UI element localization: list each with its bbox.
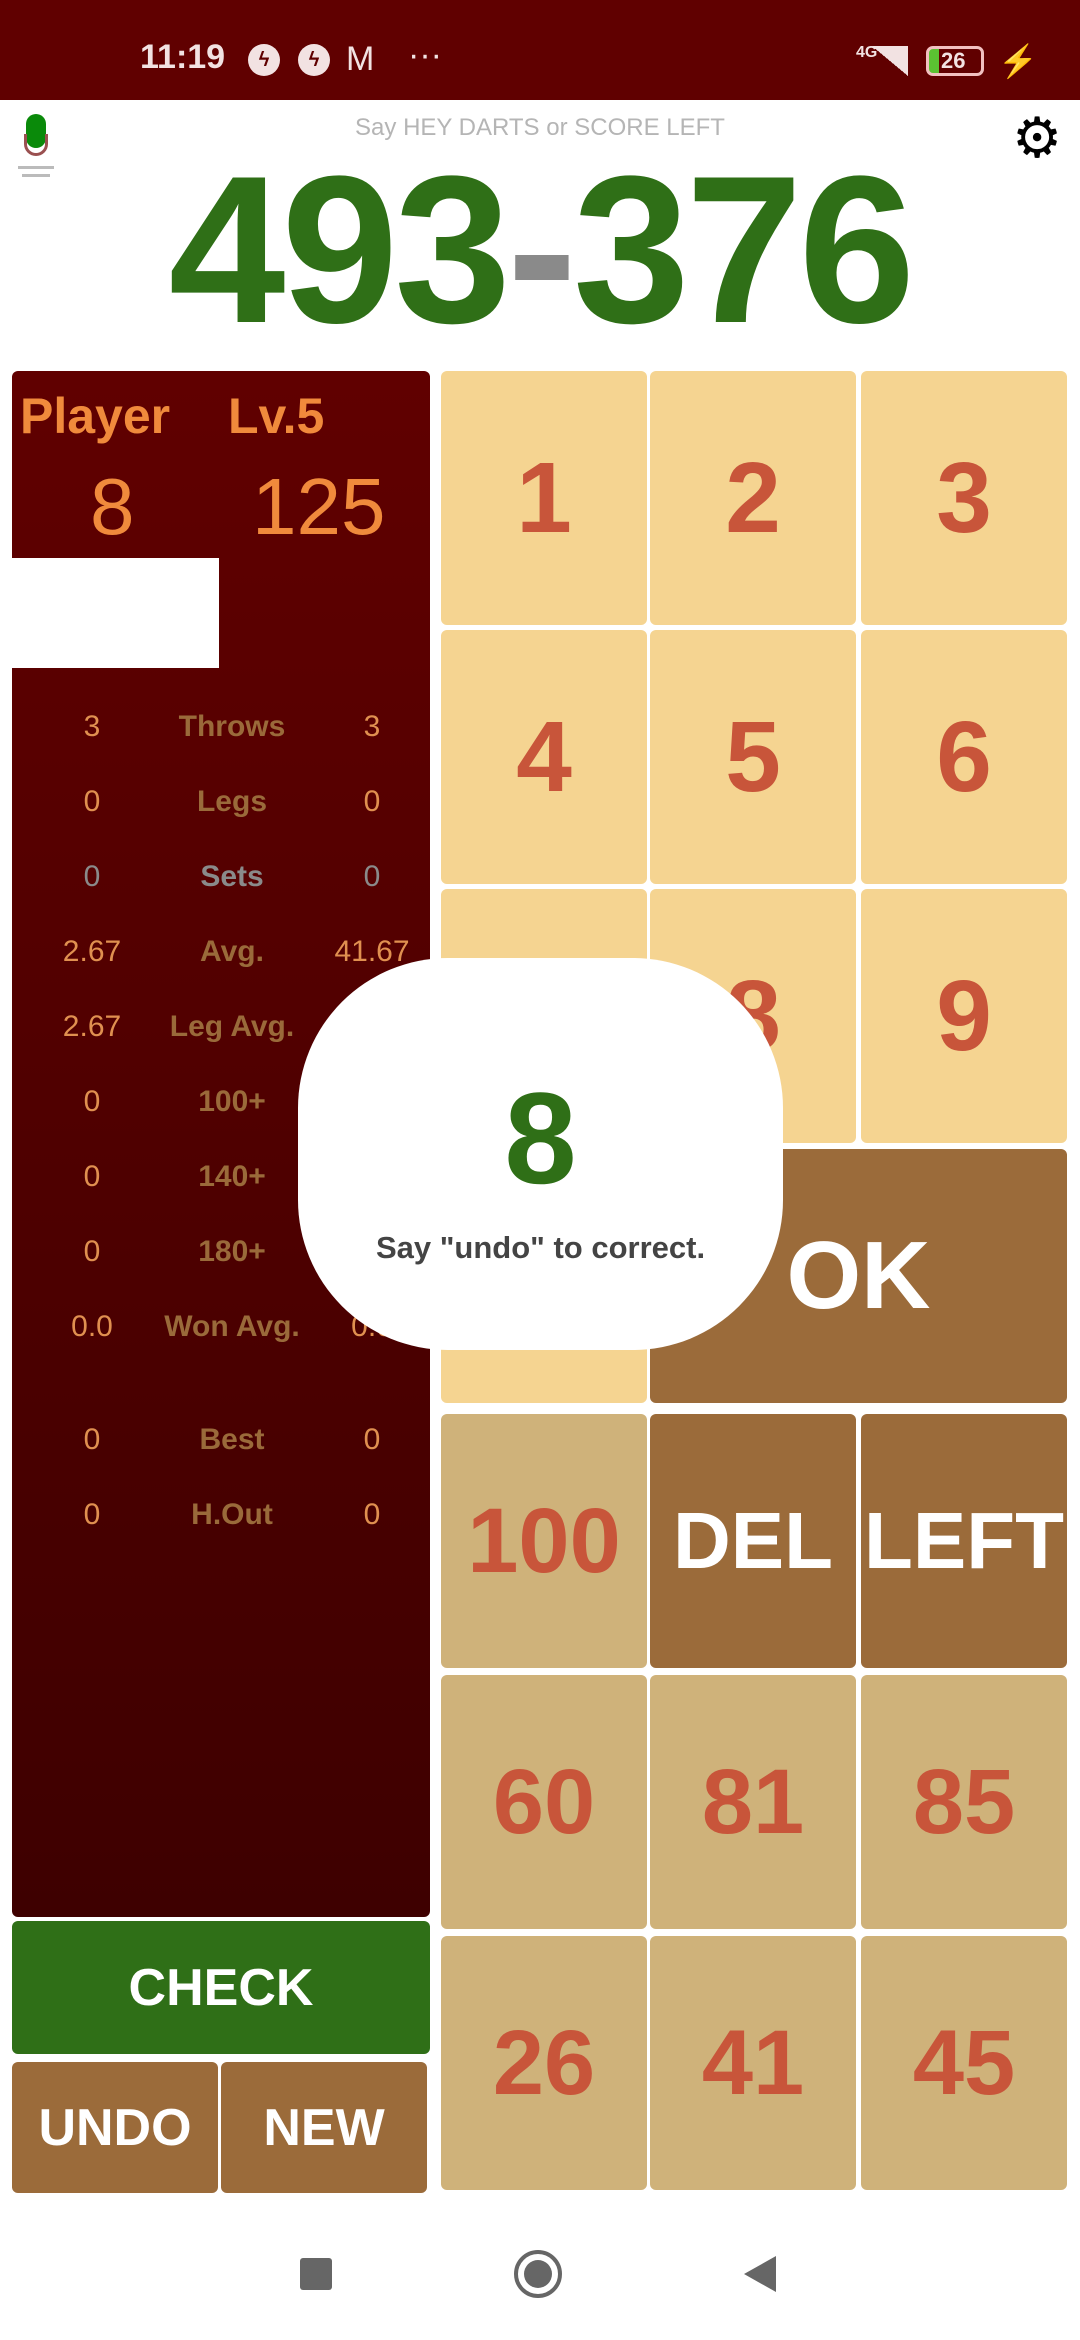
stat-row: 0 Legs 0 xyxy=(12,785,430,860)
quick-score-100[interactable]: 100 xyxy=(441,1414,647,1668)
player-stat: 2.67 xyxy=(62,935,122,968)
delete-button[interactable]: DEL xyxy=(650,1414,856,1668)
player-stat: 0 xyxy=(83,1498,101,1531)
stat-label: Won Avg. xyxy=(164,1310,300,1343)
player-stat: 0 xyxy=(83,860,101,893)
navigation-bar xyxy=(0,2200,1080,2340)
player-stat: 0 xyxy=(83,1235,101,1268)
battery-icon: 26 xyxy=(926,46,984,76)
messenger-icon: ϟ xyxy=(298,44,330,76)
player-stat: 0 xyxy=(83,1085,101,1118)
recents-button[interactable] xyxy=(300,2258,332,2290)
opponent-stat: 0 xyxy=(363,1423,381,1456)
undo-hint: Say "undo" to correct. xyxy=(375,1230,706,1265)
quick-score-26[interactable]: 26 xyxy=(441,1936,647,2190)
opponent-score: 125 xyxy=(252,462,386,551)
stat-label: Sets xyxy=(200,860,264,893)
key-2[interactable]: 2 xyxy=(650,371,856,625)
stat-row: 3 Throws 3 xyxy=(12,710,430,785)
blank-area xyxy=(12,558,219,668)
stat-label: Throws xyxy=(178,710,286,743)
score-separator: - xyxy=(507,132,577,367)
player-stat: 0 xyxy=(83,785,101,818)
quick-score-85[interactable]: 85 xyxy=(861,1675,1067,1929)
stat-label: H.Out xyxy=(191,1498,273,1531)
opponent-stat: 0 xyxy=(363,860,381,893)
quick-score-45[interactable]: 45 xyxy=(861,1936,1067,2190)
battery-level: 26 xyxy=(941,48,966,73)
stat-row: 0 Sets 0 xyxy=(12,860,430,935)
undo-button[interactable]: UNDO xyxy=(12,2062,218,2193)
score-left: 493 xyxy=(168,132,511,367)
key-4[interactable]: 4 xyxy=(441,630,647,884)
key-6[interactable]: 6 xyxy=(861,630,1067,884)
player-stat: 0 xyxy=(83,1160,101,1193)
quick-score-81[interactable]: 81 xyxy=(650,1675,856,1929)
new-button[interactable]: NEW xyxy=(221,2062,427,2193)
charging-icon: ⚡ xyxy=(998,43,1038,79)
key-9[interactable]: 9 xyxy=(861,889,1067,1143)
signal-icon xyxy=(872,46,908,76)
opponent-stat: 0 xyxy=(363,785,381,818)
back-button[interactable] xyxy=(744,2256,776,2292)
player-score: 8 xyxy=(90,462,135,551)
stat-label: 180+ xyxy=(198,1235,266,1268)
home-button[interactable] xyxy=(514,2250,562,2298)
score-left-button[interactable]: LEFT xyxy=(861,1414,1067,1668)
stat-label: 100+ xyxy=(198,1085,266,1118)
entered-score: 8 xyxy=(504,1065,577,1211)
player-stat: 0 xyxy=(83,1423,101,1456)
messenger-icon: ϟ xyxy=(248,44,280,76)
player-stat: 0.0 xyxy=(71,1310,113,1343)
opponent-stat: 0 xyxy=(363,1498,381,1531)
stat-label: Legs xyxy=(196,785,268,818)
stat-row: 0 H.Out 0 xyxy=(12,1498,430,1573)
opponent-name: Lv.5 xyxy=(228,388,325,444)
player-stat: 3 xyxy=(83,710,101,743)
player-stat: 2.67 xyxy=(62,1010,122,1043)
score-confirmation-toast: 8 Say "undo" to correct. xyxy=(298,958,783,1350)
gmail-icon: M xyxy=(346,40,375,78)
score-right: 376 xyxy=(572,132,915,367)
stat-label: Avg. xyxy=(200,935,264,968)
stat-label: 140+ xyxy=(198,1160,266,1193)
match-score: 493-376 xyxy=(0,140,1080,360)
opponent-stat: 3 xyxy=(363,710,381,743)
stat-row: 0 Best 0 xyxy=(12,1423,430,1498)
player-name: Player xyxy=(20,388,171,444)
key-3[interactable]: 3 xyxy=(861,371,1067,625)
key-1[interactable]: 1 xyxy=(441,371,647,625)
more-notifications-icon: ··· xyxy=(408,36,442,74)
stat-label: Best xyxy=(199,1423,265,1456)
key-5[interactable]: 5 xyxy=(650,630,856,884)
quick-score-60[interactable]: 60 xyxy=(441,1675,647,1929)
quick-score-41[interactable]: 41 xyxy=(650,1936,856,2190)
clock: 11:19 xyxy=(140,38,226,76)
status-bar: 11:19 ϟ ϟ M ··· 4G 26 ⚡ xyxy=(0,0,1080,100)
check-button[interactable]: CHECK xyxy=(12,1921,430,2054)
stat-label: Leg Avg. xyxy=(169,1010,295,1043)
